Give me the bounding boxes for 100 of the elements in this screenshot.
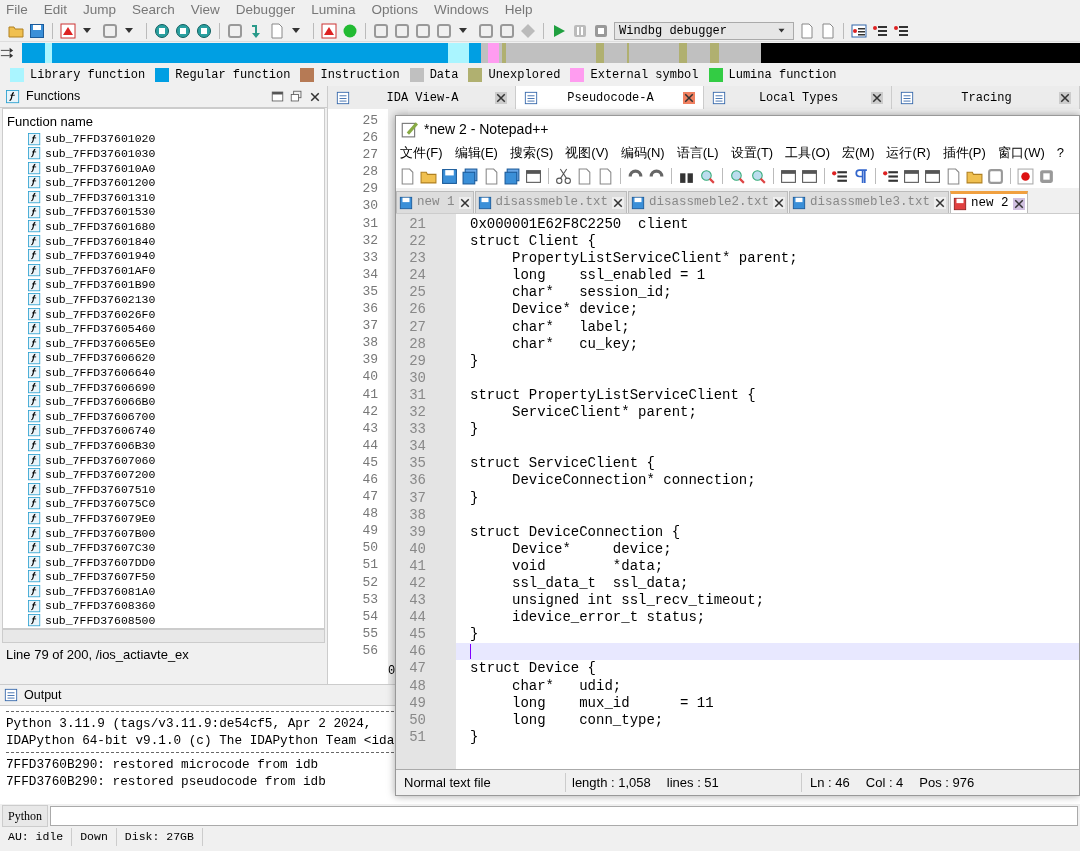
maximize-icon[interactable] — [271, 90, 284, 103]
menu-item[interactable]: Jump — [83, 0, 117, 21]
close-icon[interactable] — [612, 196, 625, 209]
restore-icon[interactable] — [290, 90, 303, 103]
function-icon — [28, 555, 41, 569]
line-number: 41 — [408, 557, 427, 575]
save-icon[interactable] — [441, 167, 458, 185]
page-icon[interactable] — [483, 167, 500, 185]
node-icon[interactable] — [154, 22, 170, 39]
zoom-icon[interactable] — [750, 167, 767, 185]
code-line: char* udid; — [511, 677, 622, 694]
window-icon[interactable] — [903, 167, 920, 185]
close-icon[interactable] — [871, 91, 883, 104]
close-icon[interactable] — [1012, 197, 1025, 210]
close-icon[interactable] — [309, 90, 321, 103]
close-icon[interactable] — [773, 196, 786, 209]
line-number: 26 — [361, 129, 378, 147]
page-icon[interactable] — [399, 167, 416, 185]
function-icon — [28, 147, 41, 161]
view-tab[interactable]: IDA View-A — [328, 86, 516, 109]
menu-item[interactable]: 窗口(W) — [997, 143, 1045, 163]
stop-icon[interactable] — [1038, 167, 1055, 185]
code-line: struct ServiceClient { — [470, 455, 655, 472]
menu-item[interactable]: 宏(M) — [841, 143, 875, 163]
play-icon[interactable] — [551, 22, 567, 39]
menu-item[interactable]: Lumina — [311, 0, 356, 21]
status-item: Normal text file — [396, 772, 566, 793]
close-icon[interactable] — [683, 91, 695, 104]
line-number: 43 — [408, 592, 427, 610]
record-icon[interactable] — [1017, 167, 1034, 185]
menu-item[interactable]: 工具(O) — [785, 143, 830, 163]
menu-item[interactable]: 文件(F) — [400, 143, 443, 163]
save-icon[interactable] — [29, 22, 45, 39]
line-number: 41 — [361, 385, 378, 403]
menu-item[interactable]: 视图(V) — [565, 143, 609, 163]
menu-item[interactable]: View — [190, 0, 220, 21]
legend-label: Instruction — [320, 67, 400, 84]
menu-item[interactable]: 搜索(S) — [509, 143, 554, 163]
view-tab[interactable]: Pseudocode-A — [516, 86, 704, 109]
menu-item[interactable]: 设置(T) — [730, 143, 774, 163]
menu-item[interactable]: 运行(R) — [886, 143, 931, 163]
horizontal-scrollbar[interactable] — [2, 629, 325, 643]
navigation-band-drawing[interactable] — [22, 43, 1080, 63]
zoom-icon[interactable] — [699, 167, 716, 185]
save-all-icon[interactable] — [462, 167, 479, 185]
line-number: 48 — [408, 677, 427, 695]
scroll-arrows-icon[interactable] — [0, 45, 14, 61]
window-icon[interactable] — [801, 167, 818, 185]
function-icon — [28, 482, 41, 496]
close-icon[interactable] — [934, 196, 947, 209]
line-number: 48 — [361, 505, 378, 523]
menu-item[interactable]: Search — [132, 0, 175, 21]
line-number: 28 — [408, 335, 427, 353]
node-icon[interactable] — [175, 22, 191, 39]
column-header[interactable]: Function name — [7, 112, 93, 132]
cut-icon[interactable] — [555, 167, 572, 185]
code-line: DeviceConnection* connection; — [511, 472, 756, 489]
pilcrow-icon[interactable] — [852, 167, 869, 185]
function-icon — [28, 161, 41, 175]
menu-item[interactable]: Help — [504, 0, 533, 21]
code-line: struct DeviceConnection { — [470, 523, 681, 540]
node-icon[interactable] — [196, 22, 212, 39]
line-number: 50 — [408, 711, 427, 729]
legend-label: Unexplored — [488, 67, 561, 84]
save-all-icon[interactable] — [504, 167, 521, 185]
code-line: long conn_type; — [511, 711, 664, 728]
function-icon — [28, 191, 41, 204]
menu-item[interactable]: Windows — [433, 0, 489, 21]
function-icon — [28, 176, 41, 190]
language-button[interactable]: Python — [2, 805, 48, 827]
file-tab[interactable]: new 2 — [950, 191, 1028, 213]
stop-icon[interactable] — [593, 22, 609, 39]
function-name[interactable]: sub_7FFD37601020 — [45, 130, 156, 148]
close-icon[interactable] — [1059, 91, 1071, 104]
close-icon[interactable] — [495, 91, 507, 104]
menu-item[interactable]: 编辑(E) — [454, 143, 498, 163]
code-line: ServiceClient* parent; — [511, 404, 697, 421]
command-field[interactable] — [50, 806, 1078, 826]
menu-item[interactable]: 插件(P) — [942, 143, 986, 163]
menu-item[interactable]: Options — [371, 0, 418, 21]
view-tab[interactable]: Local Types — [704, 86, 892, 109]
zoom-icon[interactable] — [729, 167, 746, 185]
menu-item[interactable]: 语言(L) — [676, 143, 719, 163]
window-icon[interactable] — [924, 167, 941, 185]
menu-item[interactable]: Edit — [43, 0, 68, 21]
debugger-dropdown[interactable]: Windbg debugger — [614, 21, 794, 40]
menu-item[interactable]: 编码(N) — [620, 143, 665, 163]
line-number: 44 — [408, 609, 427, 627]
code-line: PropertyListServiceClient* parent; — [511, 250, 798, 267]
view-tab[interactable]: Tracing — [892, 86, 1080, 109]
function-icon — [28, 322, 41, 336]
window-icon[interactable] — [780, 167, 797, 185]
list-icon[interactable] — [851, 22, 867, 39]
menu-item[interactable]: Debugger — [235, 0, 296, 21]
menu-item[interactable]: File — [6, 0, 28, 21]
menu-item[interactable]: ? — [1056, 143, 1065, 163]
page-icon[interactable] — [597, 167, 614, 185]
window-icon[interactable] — [525, 167, 542, 185]
function-name[interactable]: sub_7FFD37608500 — [45, 612, 156, 628]
close-icon[interactable] — [458, 196, 471, 209]
